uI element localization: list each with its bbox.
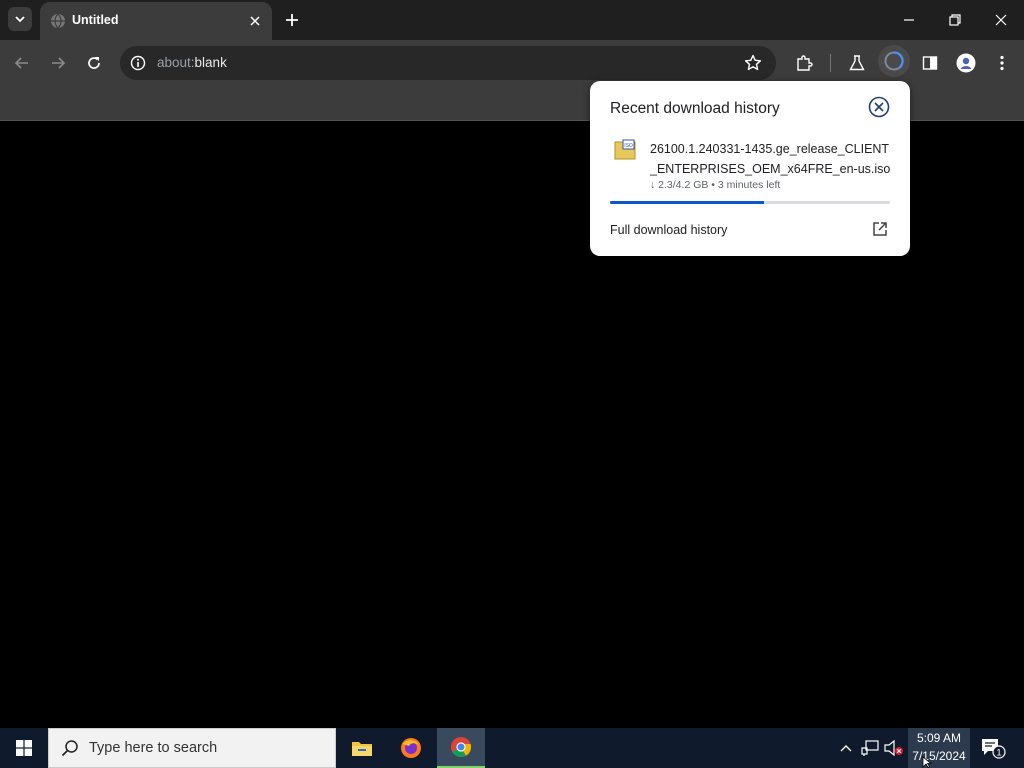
downloads-button[interactable] — [878, 45, 910, 77]
address-bar[interactable]: about:blank — [120, 46, 776, 80]
address-path: blank — [194, 55, 227, 70]
back-arrow-icon — [14, 57, 28, 69]
minimize-icon — [904, 19, 914, 21]
download-filename[interactable]: 26100.1.240331-1435.ge_release_CLIENT_EN… — [650, 139, 895, 179]
tab-close-button[interactable] — [246, 12, 264, 30]
back-button[interactable] — [11, 52, 33, 74]
globe-icon — [51, 13, 65, 29]
puzzle-icon — [797, 55, 813, 71]
notification-icon: 1 — [982, 739, 1006, 759]
windows-logo-icon — [16, 740, 32, 756]
site-info-icon[interactable] — [130, 55, 146, 71]
download-status: ↓ 2.3/4.2 GB • 3 minutes left — [650, 179, 781, 191]
chevron-down-icon — [15, 16, 25, 23]
download-bubble-close-button[interactable] — [868, 96, 890, 123]
reload-icon — [88, 57, 100, 69]
restore-button[interactable] — [932, 0, 978, 40]
action-center-button[interactable]: 1 — [980, 736, 1006, 760]
address-text[interactable]: about:blank — [157, 55, 227, 70]
volume-muted-icon — [884, 740, 903, 756]
plus-icon — [286, 14, 298, 26]
folder-icon — [352, 742, 372, 756]
iso-file-icon: ISO — [614, 139, 636, 160]
forward-button[interactable] — [47, 52, 69, 74]
taskbar: Type here to search 5:09 AM 7/15/2024 1 — [0, 728, 1024, 768]
profile-button[interactable] — [955, 52, 977, 74]
full-download-history-link[interactable]: Full download history — [610, 223, 727, 237]
download-progress-icon — [884, 51, 904, 71]
notification-count: 1 — [996, 748, 1001, 758]
chevron-up-icon — [840, 745, 852, 752]
search-placeholder: Type here to search — [89, 740, 218, 756]
taskbar-file-explorer[interactable] — [338, 728, 386, 768]
forward-arrow-icon — [52, 57, 66, 69]
tab-untitled[interactable]: Untitled — [40, 2, 272, 40]
bookmark-star-icon[interactable] — [744, 54, 762, 72]
tab-strip: Untitled — [0, 0, 1024, 40]
extensions-button[interactable] — [793, 52, 815, 74]
taskbar-clock[interactable]: 5:09 AM 7/15/2024 — [908, 728, 970, 768]
taskbar-firefox[interactable] — [387, 728, 435, 768]
menu-button[interactable] — [991, 52, 1013, 74]
network-icon — [861, 740, 879, 756]
browser-toolbar: about:blank — [0, 40, 1024, 86]
show-hidden-icons-button[interactable] — [836, 738, 856, 758]
clock-date: 7/15/2024 — [912, 749, 966, 763]
download-progress-fill — [610, 201, 764, 204]
reload-button[interactable] — [83, 52, 105, 74]
download-bubble-title: Recent download history — [610, 100, 780, 117]
tab-title: Untitled — [72, 13, 119, 27]
close-icon — [250, 16, 260, 26]
close-window-button[interactable] — [978, 0, 1024, 40]
tab-search-button[interactable] — [8, 7, 32, 31]
toolbar-separator — [830, 54, 831, 72]
network-tray-button[interactable] — [860, 738, 880, 758]
restore-icon — [949, 14, 961, 26]
address-scheme: about: — [157, 55, 195, 70]
firefox-icon — [401, 738, 421, 758]
labs-button[interactable] — [846, 52, 868, 74]
flask-icon — [849, 55, 865, 71]
download-progress-bar — [610, 201, 890, 204]
taskbar-chrome[interactable] — [437, 728, 485, 768]
minimize-button[interactable] — [886, 0, 932, 40]
side-panel-icon — [922, 56, 938, 70]
chrome-icon — [451, 737, 472, 758]
close-icon — [995, 14, 1007, 26]
iso-badge-text: ISO — [624, 143, 633, 149]
volume-tray-button[interactable] — [884, 738, 904, 758]
start-button[interactable] — [0, 728, 48, 768]
download-bubble: Recent download history ISO 26100.1.2403… — [590, 81, 910, 256]
new-tab-button[interactable] — [282, 10, 302, 30]
avatar-icon — [956, 53, 976, 73]
kebab-menu-icon — [1000, 55, 1004, 71]
mouse-cursor-icon — [922, 756, 932, 768]
search-icon — [61, 740, 78, 757]
side-panel-button[interactable] — [919, 52, 941, 74]
external-link-icon — [873, 222, 887, 236]
taskbar-search-box[interactable]: Type here to search — [48, 728, 336, 768]
close-circle-icon — [868, 96, 890, 118]
clock-time: 5:09 AM — [916, 731, 962, 745]
open-in-new-tab-button[interactable] — [872, 221, 888, 242]
